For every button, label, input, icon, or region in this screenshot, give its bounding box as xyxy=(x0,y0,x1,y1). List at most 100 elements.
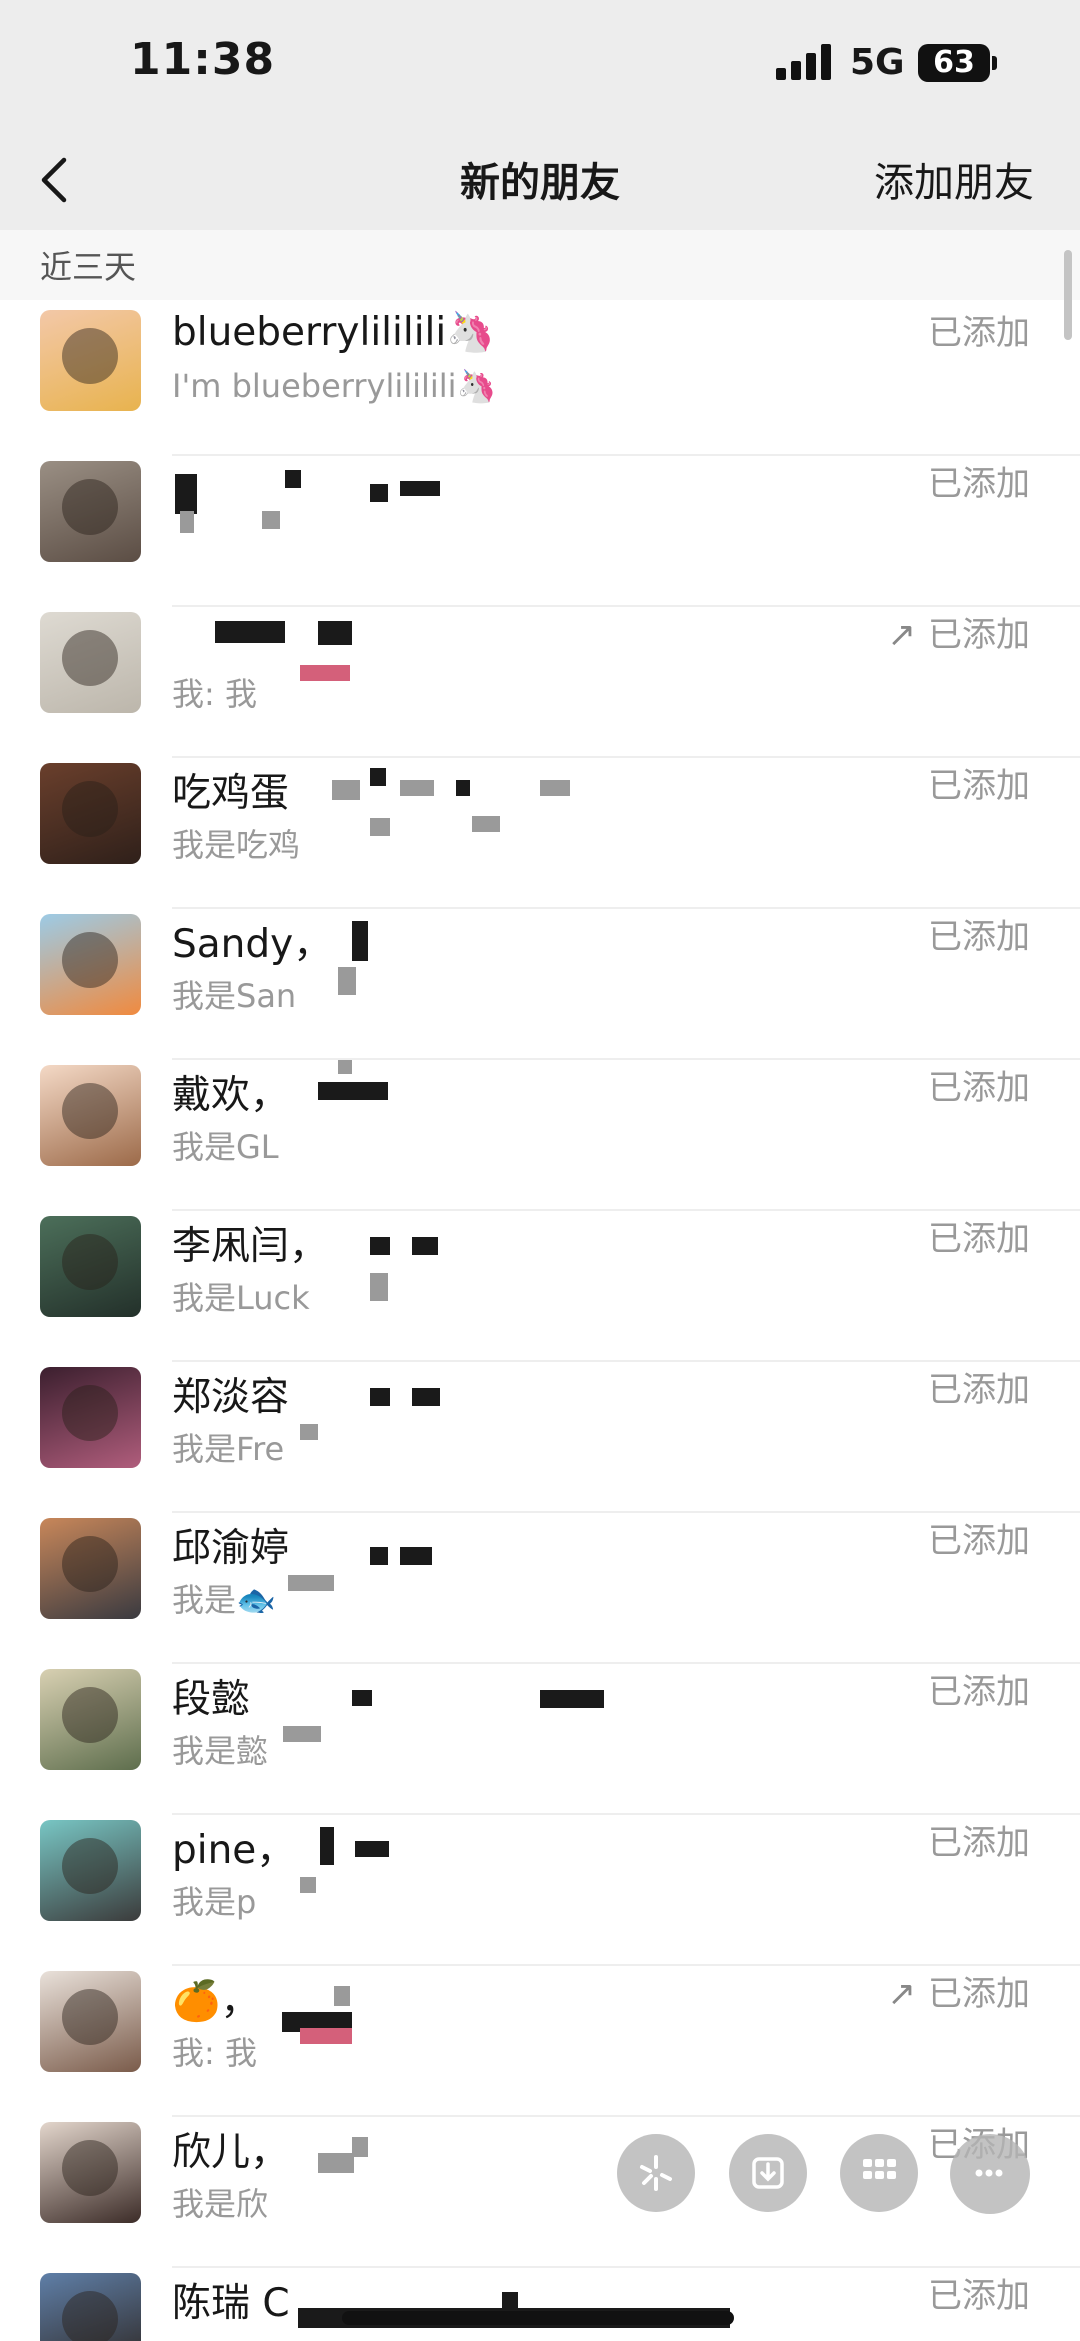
censor-block xyxy=(320,1827,334,1865)
avatar[interactable] xyxy=(40,310,141,411)
added-status-label: 已添加 xyxy=(928,615,1030,655)
more-button[interactable] xyxy=(950,2134,1030,2214)
contact-row[interactable]: 我: 我 ↗ 已添加 xyxy=(0,607,1080,758)
download-icon xyxy=(752,2157,784,2189)
censor-block xyxy=(412,1237,438,1255)
censor-block xyxy=(540,1690,604,1708)
contact-message: 我: 我 xyxy=(172,675,257,713)
contact-name: pine， xyxy=(172,1828,296,1873)
censor-block xyxy=(370,1388,390,1406)
censor-block xyxy=(175,474,197,514)
avatar[interactable] xyxy=(40,612,141,713)
added-status-label: 已添加 xyxy=(928,2276,1030,2316)
added-status-label: 已添加 xyxy=(928,1974,1030,2014)
added-status-label: 已添加 xyxy=(928,917,1030,957)
contact-name: 段懿 xyxy=(172,1677,251,1722)
censor-block xyxy=(370,1547,388,1565)
added-status-label: 已添加 xyxy=(928,1219,1030,1259)
censor-block xyxy=(370,1237,390,1255)
avatar[interactable] xyxy=(40,1216,141,1317)
avatar[interactable] xyxy=(40,1669,141,1770)
section-title: 近三天 xyxy=(40,248,137,286)
network-label: 5G xyxy=(850,42,905,83)
avatar-figure xyxy=(62,1536,118,1592)
avatar-figure xyxy=(62,781,118,837)
battery-tip xyxy=(992,56,997,70)
avatar[interactable] xyxy=(40,914,141,1015)
scrollbar[interactable] xyxy=(1064,250,1072,340)
censor-block xyxy=(355,1841,389,1857)
home-indicator[interactable] xyxy=(342,2311,734,2325)
censor-block xyxy=(318,621,352,645)
status-bar: 11:38 5G 63 xyxy=(0,0,1080,130)
nav-bar: 新的朋友 添加朋友 xyxy=(0,130,1080,230)
avatar-figure xyxy=(62,1234,118,1290)
avatar-figure xyxy=(62,1083,118,1139)
censor-block xyxy=(283,1726,321,1742)
added-status-label: 已添加 xyxy=(928,464,1030,504)
added-status-label: 已添加 xyxy=(928,1521,1030,1561)
contact-message: 我是p xyxy=(172,1883,257,1921)
avatar-figure xyxy=(62,1989,118,2045)
avatar[interactable] xyxy=(40,1518,141,1619)
avatar[interactable] xyxy=(40,2122,141,2223)
added-status: 已添加 xyxy=(928,2268,1030,2317)
avatar[interactable] xyxy=(40,763,141,864)
avatar-figure xyxy=(62,630,118,686)
contact-row[interactable]: 邱渝婷 我是🐟 已添加 xyxy=(0,1513,1080,1664)
download-button[interactable] xyxy=(729,2134,807,2212)
added-status: ↗ 已添加 xyxy=(888,607,1031,656)
avatar[interactable] xyxy=(40,1971,141,2072)
contact-row[interactable]: 戴欢， 我是GL 已添加 xyxy=(0,1060,1080,1211)
contact-row[interactable]: 吃鸡蛋 我是吃鸡 已添加 xyxy=(0,758,1080,909)
added-status-label: 已添加 xyxy=(928,766,1030,806)
avatar-figure xyxy=(62,1838,118,1894)
contact-row[interactable]: pine， 我是p 已添加 xyxy=(0,1815,1080,1966)
avatar[interactable] xyxy=(40,1065,141,1166)
avatar[interactable] xyxy=(40,2273,141,2341)
added-status-label: 已添加 xyxy=(928,1672,1030,1712)
censor-block xyxy=(472,816,500,832)
contact-name: 李凩闫， xyxy=(172,1224,329,1269)
avatar[interactable] xyxy=(40,461,141,562)
grid-icon xyxy=(863,2159,896,2179)
censor-block xyxy=(400,780,434,796)
more-icon xyxy=(975,2169,1003,2177)
avatar-figure xyxy=(62,932,118,988)
sparkle-button[interactable] xyxy=(617,2134,695,2212)
contact-row[interactable]: blueberrylililili🦄 I'm blueberrylililili🦄… xyxy=(0,305,1080,456)
add-friend-button[interactable]: 添加朋友 xyxy=(874,150,1034,208)
censor-block xyxy=(370,484,388,502)
contact-row[interactable]: 欣儿，我是欣已添加 xyxy=(0,2117,1080,2268)
contact-row[interactable]: Sandy， 我是San 已添加 xyxy=(0,909,1080,1060)
added-status: 已添加 xyxy=(928,909,1030,958)
forward-arrow-icon: ↗ xyxy=(887,615,917,655)
contact-row[interactable]: 郑淡容 我是Fre 已添加 xyxy=(0,1362,1080,1513)
avatar-figure xyxy=(62,1385,118,1441)
censor-block xyxy=(412,1388,440,1406)
contact-row[interactable]: 🍊， 我: 我 ↗ 已添加 xyxy=(0,1966,1080,2117)
added-status-label: 已添加 xyxy=(928,1370,1030,1410)
contact-name: 欣儿， xyxy=(172,2130,290,2175)
censor-block xyxy=(352,921,368,961)
avatar[interactable] xyxy=(40,1820,141,1921)
contact-row[interactable]: 已添加 xyxy=(0,456,1080,607)
contact-row[interactable]: 李凩闫， 我是Luck 已添加 xyxy=(0,1211,1080,1362)
added-status: 已添加 xyxy=(928,305,1030,354)
censor-block xyxy=(334,1986,350,2006)
contact-row[interactable]: 陈瑞 C 已添加 xyxy=(0,2268,1080,2341)
added-status-label: 已添加 xyxy=(928,313,1030,353)
censor-block xyxy=(180,511,194,533)
section-header: 近三天 xyxy=(0,230,1080,300)
added-status-label: 已添加 xyxy=(928,1068,1030,1108)
censor-block xyxy=(400,481,440,496)
added-status: ↗ 已添加 xyxy=(888,1966,1031,2015)
censor-block xyxy=(540,780,570,796)
censor-block xyxy=(370,768,386,786)
censor-block xyxy=(300,1877,316,1893)
contact-row[interactable]: 段懿 我是懿 已添加 xyxy=(0,1664,1080,1815)
sparkle-icon xyxy=(640,2155,672,2191)
contact-message: 我是GL xyxy=(172,1128,279,1166)
grid-button[interactable] xyxy=(840,2134,918,2212)
avatar[interactable] xyxy=(40,1367,141,1468)
